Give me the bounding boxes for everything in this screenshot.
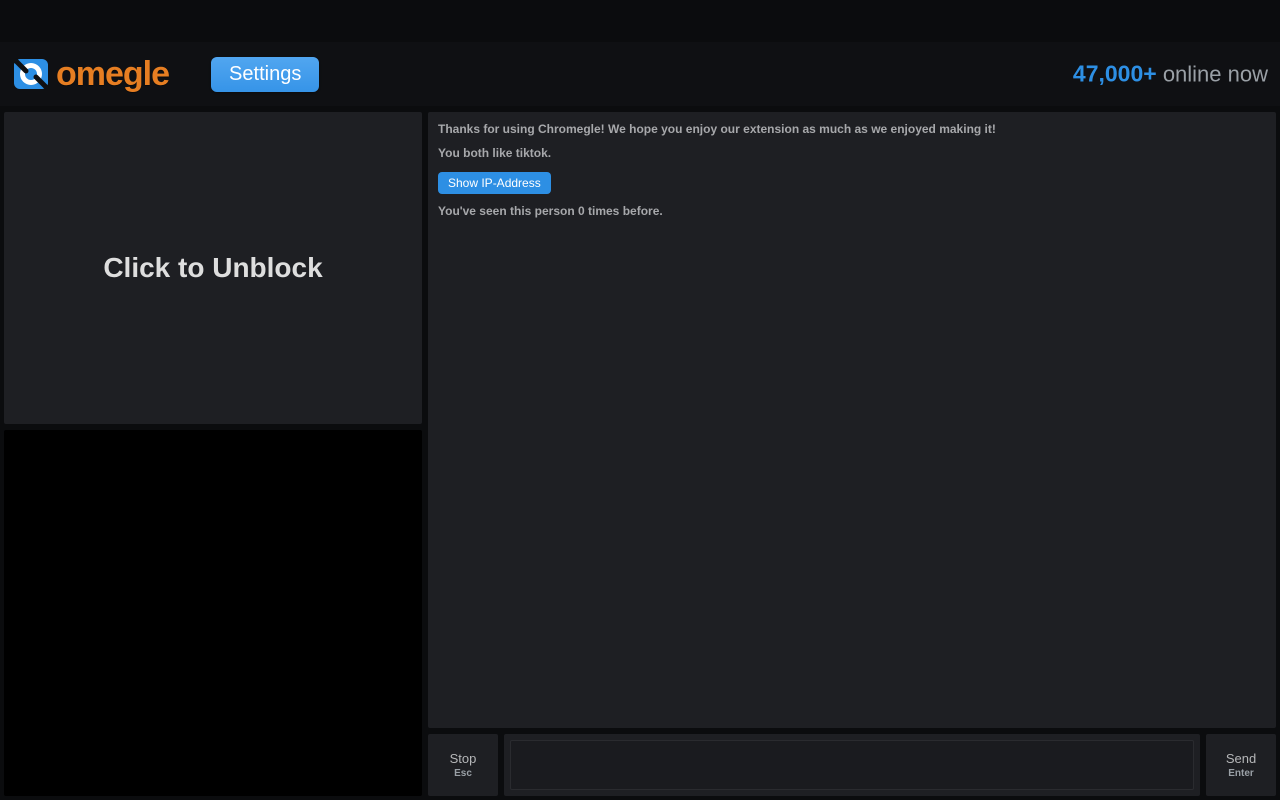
logo-text: omegle — [56, 55, 169, 94]
header: omegle Settings 47,000+ online now — [0, 42, 1280, 106]
chat-column: Thanks for using Chromegle! We hope you … — [428, 112, 1276, 796]
unblock-label: Click to Unblock — [103, 252, 322, 284]
settings-button[interactable]: Settings — [211, 57, 319, 92]
input-row: Stop Esc Send Enter — [428, 734, 1276, 796]
message-input[interactable] — [510, 740, 1194, 790]
message-input-wrap — [504, 734, 1200, 796]
top-bar — [0, 0, 1280, 42]
chat-seen-before: You've seen this person 0 times before. — [438, 202, 1266, 220]
logo[interactable]: omegle — [10, 53, 169, 95]
omegle-logo-icon — [10, 53, 52, 95]
send-key-hint: Enter — [1228, 768, 1254, 779]
main: Click to Unblock Thanks for using Chrome… — [0, 106, 1280, 800]
stranger-video-panel[interactable]: Click to Unblock — [4, 112, 422, 424]
online-count: 47,000+ online now — [1073, 61, 1268, 88]
stop-button[interactable]: Stop Esc — [428, 734, 498, 796]
show-ip-button[interactable]: Show IP-Address — [438, 172, 551, 194]
online-number: 47,000+ — [1073, 61, 1157, 87]
video-column: Click to Unblock — [4, 112, 422, 796]
chat-log: Thanks for using Chromegle! We hope you … — [428, 112, 1276, 728]
self-video-panel[interactable] — [4, 430, 422, 796]
stop-label: Stop — [450, 751, 477, 766]
online-suffix: online now — [1163, 62, 1268, 87]
chat-common-interests: You both like tiktok. — [438, 144, 1266, 162]
send-label: Send — [1226, 751, 1256, 766]
chat-welcome-message: Thanks for using Chromegle! We hope you … — [438, 120, 1266, 138]
send-button[interactable]: Send Enter — [1206, 734, 1276, 796]
stop-key-hint: Esc — [454, 768, 472, 779]
